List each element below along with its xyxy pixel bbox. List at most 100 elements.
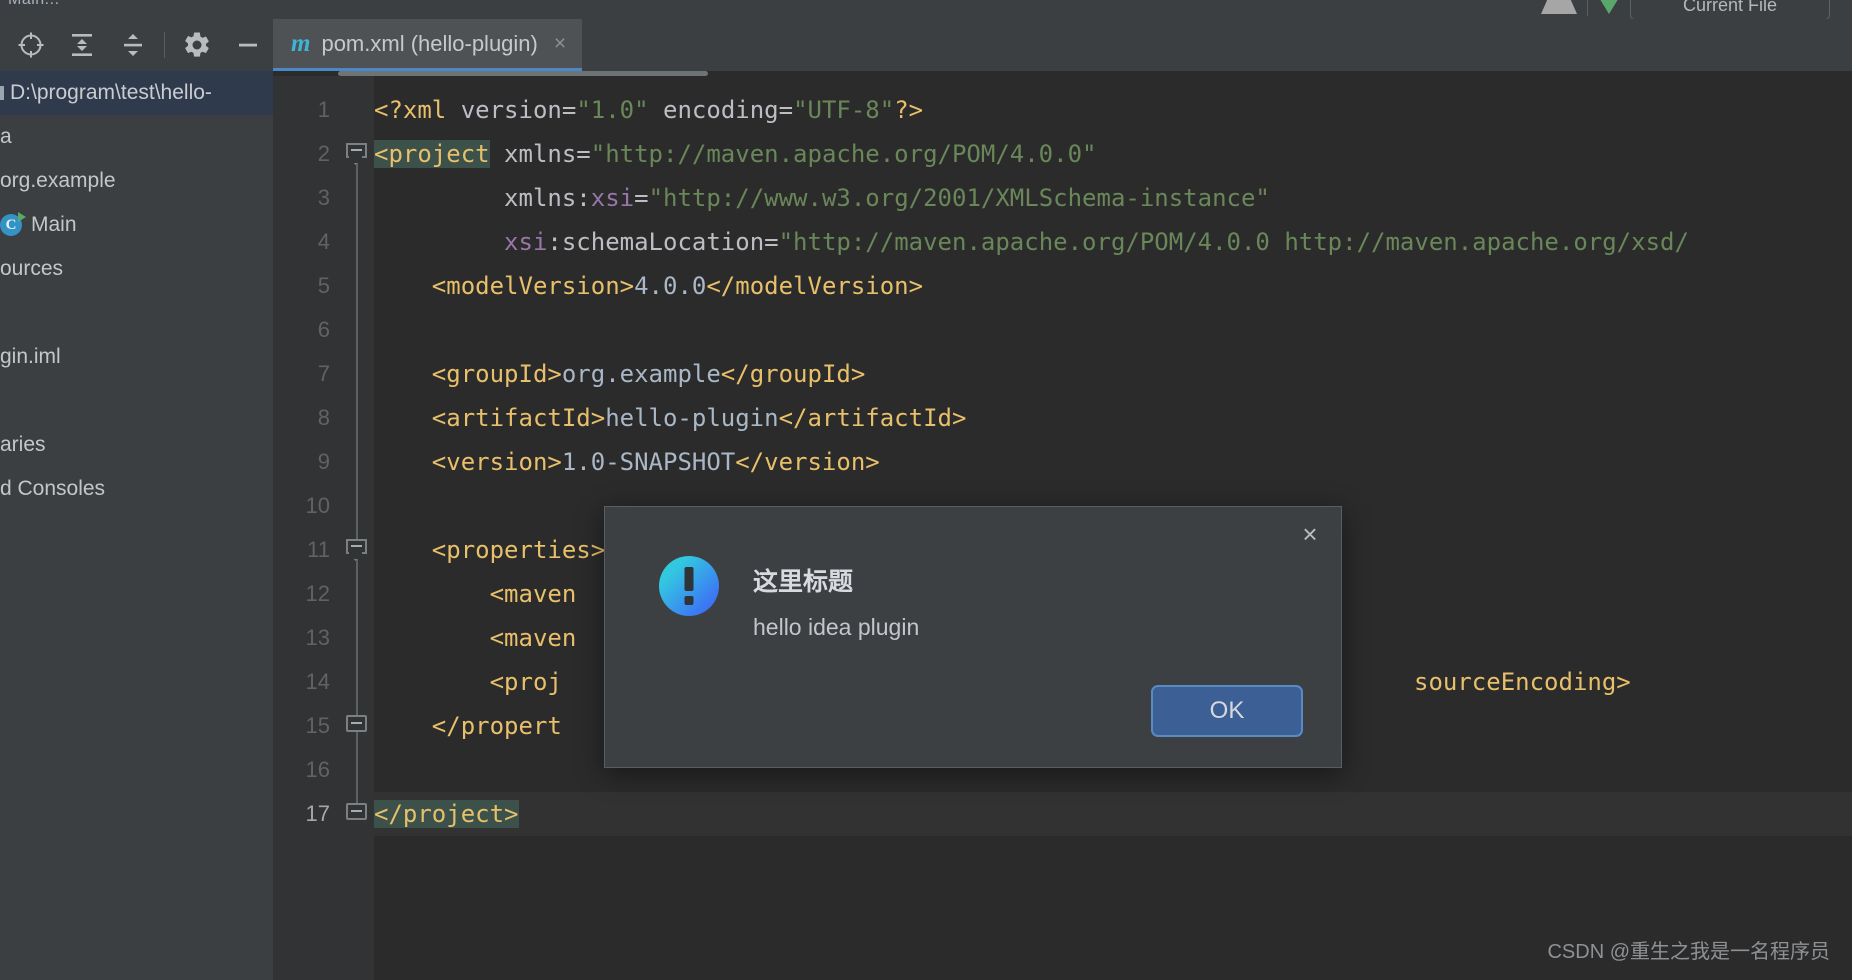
tree-item-main-class[interactable]: C Main bbox=[0, 203, 273, 247]
code-token: org.example bbox=[561, 360, 721, 388]
line-number[interactable]: 14 bbox=[273, 660, 330, 704]
fold-collapse-up-icon[interactable] bbox=[346, 803, 367, 824]
code-token: = bbox=[576, 140, 591, 168]
close-icon[interactable]: × bbox=[554, 33, 566, 54]
select-opened-file-icon[interactable] bbox=[6, 22, 57, 68]
code-token: = bbox=[778, 96, 794, 124]
fold-collapse-up-icon[interactable] bbox=[346, 715, 367, 736]
menu-bar-ghost-text: Main... bbox=[8, 0, 60, 9]
ok-button[interactable]: OK bbox=[1151, 685, 1303, 737]
build-icon[interactable] bbox=[1541, 0, 1577, 14]
code-line[interactable]: <proj bbox=[374, 660, 562, 704]
code-token: <version> bbox=[431, 448, 562, 476]
tree-item[interactable]: org.example bbox=[0, 159, 273, 203]
close-icon[interactable]: × bbox=[1293, 517, 1327, 551]
project-path-selected-row[interactable]: D:\program\test\hello- bbox=[0, 71, 273, 115]
hide-panel-icon[interactable] bbox=[222, 22, 273, 68]
code-token: encoding bbox=[663, 96, 779, 124]
code-token: <project bbox=[374, 140, 490, 168]
tree-item[interactable]: a bbox=[0, 115, 273, 159]
code-line[interactable]: <version>1.0-SNAPSHOT</version> bbox=[374, 440, 880, 484]
code-token: "UTF-8" bbox=[793, 96, 895, 124]
line-number[interactable]: 4 bbox=[273, 220, 330, 264]
code-line[interactable]: <?xml version="1.0" encoding="UTF-8"?> bbox=[374, 88, 923, 132]
code-line[interactable]: <groupId>org.example</groupId> bbox=[374, 352, 866, 396]
fold-guide-line bbox=[356, 152, 358, 812]
tree-item-spacer bbox=[0, 291, 273, 335]
code-line-tail[interactable]: sourceEncoding> bbox=[1414, 660, 1631, 704]
code-token: </project> bbox=[374, 800, 519, 828]
tree-item-label: d Consoles bbox=[0, 477, 106, 500]
code-token: xsi bbox=[590, 184, 635, 212]
code-token: <groupId> bbox=[431, 360, 562, 388]
line-number[interactable]: 7 bbox=[273, 352, 330, 396]
fold-collapse-down-icon[interactable] bbox=[346, 539, 367, 561]
line-number[interactable]: 13 bbox=[273, 616, 330, 660]
toolbar-separator bbox=[1587, 0, 1588, 16]
code-folding-column bbox=[340, 76, 374, 980]
line-number[interactable]: 3 bbox=[273, 176, 330, 220]
run-triangle-icon[interactable] bbox=[1598, 0, 1620, 14]
code-token: </artifactId> bbox=[778, 404, 967, 432]
line-number[interactable]: 12 bbox=[273, 572, 330, 616]
line-number[interactable]: 8 bbox=[273, 396, 330, 440]
code-token: ?> bbox=[894, 96, 924, 124]
tree-item-label: org.example bbox=[0, 169, 116, 192]
tree-item-label: ources bbox=[0, 257, 64, 280]
tree-item[interactable]: ources bbox=[0, 247, 273, 291]
tree-item[interactable]: gin.iml bbox=[0, 335, 273, 379]
tab-title: pom.xml (hello-plugin) bbox=[321, 30, 538, 56]
tree-item[interactable]: d Consoles bbox=[0, 467, 273, 511]
line-number-gutter: 1 2 3 4 5 6 7 8 9 10 11 12 13 14 15 16 17 bbox=[273, 76, 340, 980]
code-line[interactable]: <maven bbox=[374, 572, 577, 616]
editor-area: m pom.xml (hello-plugin) × 1 2 3 4 5 6 7 8 9 10 11… bbox=[273, 19, 1852, 980]
code-token: 4.0.0 bbox=[634, 272, 707, 300]
code-token: xsi bbox=[504, 228, 548, 256]
settings-gear-icon[interactable] bbox=[171, 22, 222, 68]
collapse-all-icon[interactable] bbox=[108, 22, 159, 68]
line-number[interactable]: 5 bbox=[273, 264, 330, 308]
code-line[interactable]: <modelVersion>4.0.0</modelVersion> bbox=[374, 264, 923, 308]
code-token: "http://maven.apache.org/POM/4.0.0" bbox=[590, 140, 1097, 168]
code-token: = bbox=[764, 228, 779, 256]
code-token: "http://maven.apache.org/POM/4.0.0 http:… bbox=[778, 228, 1689, 256]
line-number[interactable]: 10 bbox=[273, 484, 330, 528]
line-number[interactable]: 2 bbox=[273, 132, 330, 176]
expand-all-icon[interactable] bbox=[57, 22, 108, 68]
code-line[interactable]: </project> bbox=[374, 792, 519, 836]
tree-item[interactable]: aries bbox=[0, 423, 273, 467]
line-number[interactable]: 17 bbox=[273, 792, 330, 836]
code-line[interactable]: <maven bbox=[374, 616, 577, 660]
message-dialog: × 这里标题 hello idea plugin OK bbox=[604, 506, 1342, 768]
code-line[interactable]: <project xmlns="http://maven.apache.org/… bbox=[374, 132, 1096, 176]
current-line-highlight bbox=[374, 792, 1852, 836]
line-number[interactable]: 6 bbox=[273, 308, 330, 352]
line-number[interactable]: 11 bbox=[273, 528, 330, 572]
code-line[interactable]: </propert bbox=[374, 704, 562, 748]
code-token: 1.0-SNAPSHOT bbox=[561, 448, 736, 476]
tree-item-label: a bbox=[0, 125, 12, 148]
ide-window: Main... Current File bbox=[0, 0, 1852, 980]
code-line[interactable]: <artifactId>hello-plugin</artifactId> bbox=[374, 396, 967, 440]
code-line[interactable]: xsi:schemaLocation="http://maven.apache.… bbox=[374, 220, 1689, 264]
line-number[interactable]: 15 bbox=[273, 704, 330, 748]
code-token: = bbox=[634, 184, 649, 212]
fold-collapse-down-icon[interactable] bbox=[346, 143, 367, 165]
tree-item-label: aries bbox=[0, 433, 46, 456]
line-number[interactable]: 1 bbox=[273, 88, 330, 132]
run-configuration-selector[interactable]: Current File bbox=[1630, 0, 1830, 19]
top-right-toolbar: Current File bbox=[1541, 0, 1852, 19]
code-line[interactable]: xmlns:xsi="http://www.w3.org/2001/XMLSch… bbox=[374, 176, 1270, 220]
code-line[interactable]: <properties> bbox=[374, 528, 605, 572]
line-number[interactable]: 16 bbox=[273, 748, 330, 792]
line-number[interactable]: 9 bbox=[273, 440, 330, 484]
tab-pom-xml[interactable]: m pom.xml (hello-plugin) × bbox=[273, 19, 583, 71]
